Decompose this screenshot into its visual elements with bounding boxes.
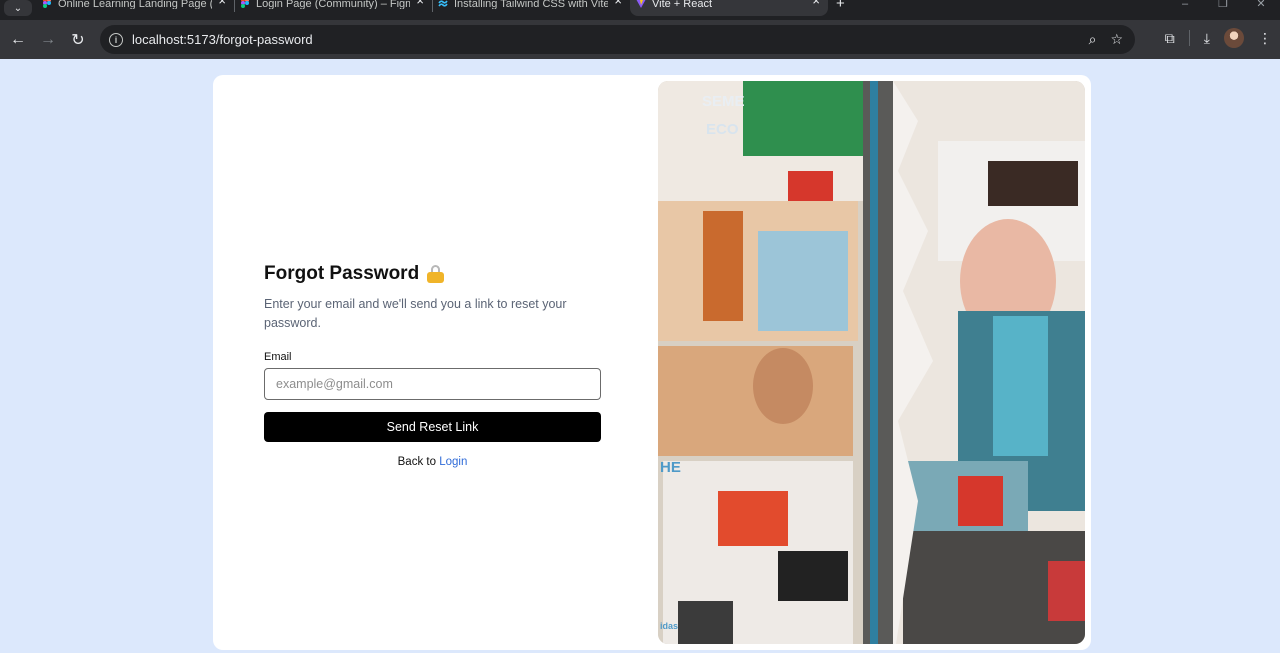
download-icon[interactable]: ⤓ bbox=[1204, 30, 1210, 47]
minimize-icon[interactable]: – bbox=[1166, 0, 1204, 10]
kebab-menu-icon[interactable]: ⋮ bbox=[1258, 30, 1272, 47]
lock-icon bbox=[427, 265, 445, 283]
tab-strip: ⌄ Online Learning Landing Page ( × Login… bbox=[0, 0, 1280, 20]
torn-poster-collage bbox=[658, 81, 1085, 644]
tailwind-icon bbox=[438, 0, 448, 7]
heading-text: Forgot Password bbox=[264, 263, 420, 284]
tab-1[interactable]: Login Page (Community) – Figm × bbox=[234, 0, 432, 16]
toolbar-divider bbox=[1188, 30, 1190, 46]
profile-avatar[interactable] bbox=[1224, 28, 1244, 48]
back-to-login-row: Back to Login bbox=[264, 456, 601, 468]
email-field[interactable] bbox=[264, 368, 601, 400]
login-link[interactable]: Login bbox=[439, 456, 467, 468]
tab-title: Online Learning Landing Page ( bbox=[58, 0, 212, 9]
restore-icon[interactable]: ❐ bbox=[1204, 0, 1242, 10]
vite-icon bbox=[636, 0, 646, 8]
window-controls: – ❐ ✕ bbox=[1166, 0, 1280, 10]
back-text: Back to bbox=[397, 456, 436, 468]
collage-text: idas bbox=[660, 621, 679, 631]
extensions-icon[interactable]: ⧉ bbox=[1165, 30, 1175, 47]
address-bar[interactable]: i localhost:5173/forgot-password ⌕ ☆ bbox=[100, 25, 1135, 54]
chevron-down-icon: ⌄ bbox=[13, 2, 23, 14]
tab-title: Installing Tailwind CSS with Vite bbox=[454, 0, 608, 9]
reload-icon[interactable]: ↻ bbox=[63, 25, 93, 55]
tab-search-button[interactable]: ⌄ bbox=[4, 0, 32, 16]
collage-text: ECO bbox=[706, 121, 739, 138]
close-window-icon[interactable]: ✕ bbox=[1242, 0, 1280, 10]
figma-icon bbox=[241, 0, 249, 8]
site-info-icon[interactable]: i bbox=[109, 32, 123, 47]
close-icon[interactable]: × bbox=[218, 0, 226, 7]
forgot-password-form: Forgot Password Enter your email and we'… bbox=[264, 263, 601, 468]
url-text[interactable]: localhost:5173/forgot-password bbox=[132, 32, 313, 47]
collage-text: SEME bbox=[702, 93, 745, 110]
email-label: Email bbox=[264, 351, 292, 363]
tab-title: Login Page (Community) – Figm bbox=[256, 0, 410, 9]
tab-title: Vite + React bbox=[652, 0, 713, 9]
browser-toolbar: ← → ↻ i localhost:5173/forgot-password ⌕… bbox=[0, 20, 1280, 59]
send-reset-link-button[interactable]: Send Reset Link bbox=[264, 412, 601, 442]
close-icon[interactable]: × bbox=[416, 0, 424, 7]
forward-arrow-icon[interactable]: → bbox=[33, 25, 63, 55]
page-subtitle: Enter your email and we'll send you a li… bbox=[264, 297, 567, 330]
close-icon[interactable]: × bbox=[812, 0, 820, 7]
bookmark-star-icon[interactable]: ☆ bbox=[1110, 31, 1123, 48]
forgot-password-card: Forgot Password Enter your email and we'… bbox=[213, 75, 1091, 650]
back-arrow-icon[interactable]: ← bbox=[3, 25, 33, 55]
new-tab-button[interactable]: + bbox=[836, 0, 845, 12]
tab-0[interactable]: Online Learning Landing Page ( × bbox=[36, 0, 234, 16]
page-title: Forgot Password bbox=[264, 263, 601, 285]
close-icon[interactable]: × bbox=[614, 0, 622, 7]
collage-text: HE bbox=[660, 459, 681, 476]
tab-3-active[interactable]: Vite + React × bbox=[630, 0, 828, 16]
tab-2[interactable]: Installing Tailwind CSS with Vite × bbox=[432, 0, 630, 16]
hero-image: SEME ECO HE idas bbox=[658, 81, 1085, 644]
zoom-icon[interactable]: ⌕ bbox=[1089, 31, 1097, 48]
figma-icon bbox=[43, 0, 51, 8]
